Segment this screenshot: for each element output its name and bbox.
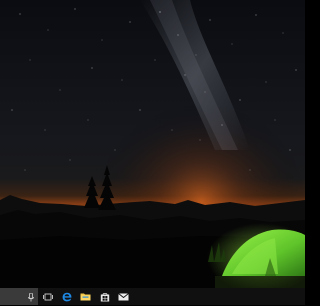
file-explorer-button[interactable] [76, 288, 95, 305]
store-icon [100, 292, 110, 302]
search-box[interactable] [0, 288, 38, 305]
mail-button[interactable] [114, 288, 133, 305]
microphone-icon[interactable] [28, 287, 34, 306]
mail-icon [118, 292, 129, 301]
edge-browser-button[interactable] [57, 288, 76, 305]
file-explorer-icon [80, 292, 91, 301]
taskbar [0, 288, 305, 305]
edge-browser-icon [62, 292, 72, 302]
desktop-wallpaper [0, 0, 305, 288]
task-view-icon [42, 293, 53, 301]
store-button[interactable] [95, 288, 114, 305]
wallpaper-image [0, 0, 305, 288]
task-view-button[interactable] [38, 288, 57, 305]
